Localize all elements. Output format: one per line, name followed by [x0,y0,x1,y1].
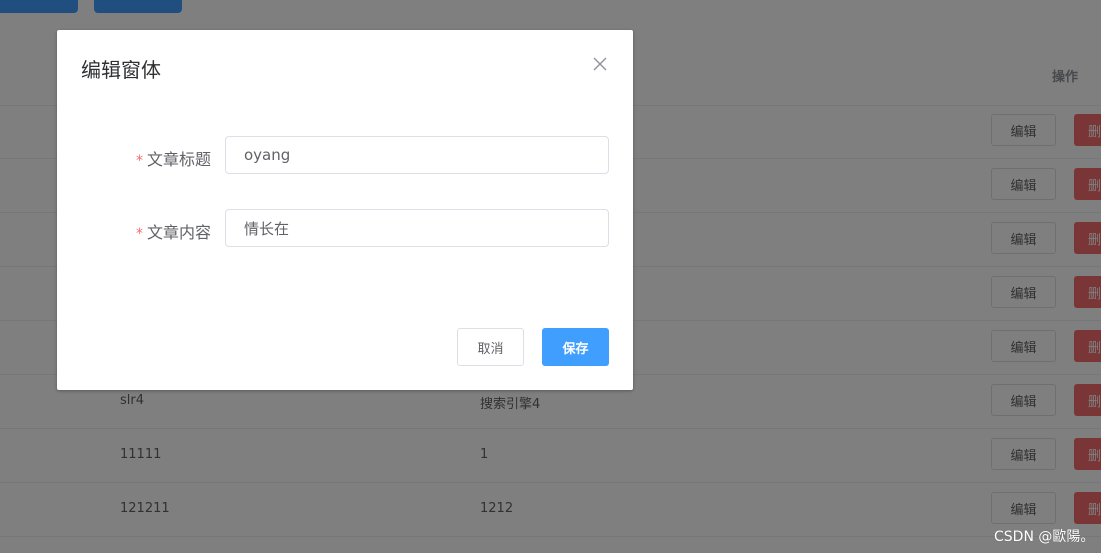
close-icon[interactable] [591,55,609,73]
edit-dialog: 编辑窗体 *文章标题 *文章内容 取消 保存 [57,30,633,390]
content-field-label: * 文章内容 [136,219,211,243]
title-label-text: 文章标题 [146,150,211,169]
save-button[interactable]: 保存 [542,328,609,366]
form-item-title: * 文章标题 [57,136,633,176]
cancel-button[interactable]: 取消 [457,328,524,366]
required-mark: * [135,226,143,242]
title-field-label: * 文章标题 [136,146,211,170]
content-label-text: 文章内容 [146,223,211,242]
dialog-title: 编辑窗体 [81,58,161,82]
content-input[interactable] [225,209,609,247]
page: 操作 编辑删编辑删编辑删编辑删编辑删slr4搜索引擎4编辑删111111编辑删1… [0,0,1101,553]
form-item-content: * 文章内容 [57,209,633,249]
title-input[interactable] [225,136,609,174]
required-mark: * [135,153,143,169]
watermark: CSDN @歐陽。 [994,529,1095,545]
